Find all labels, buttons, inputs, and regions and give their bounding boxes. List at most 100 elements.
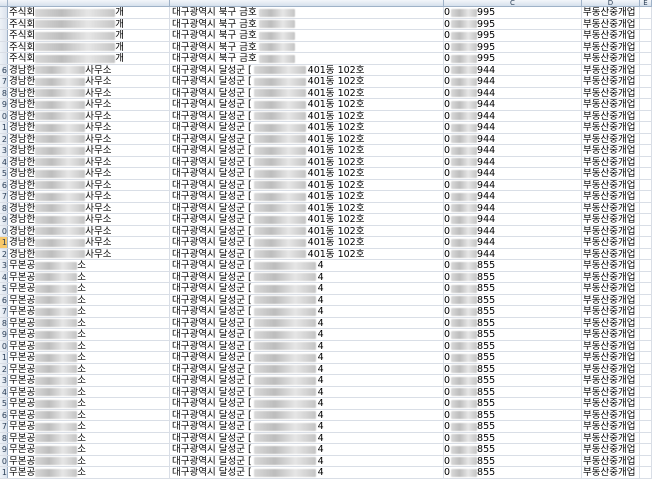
table-row[interactable]: 7 무본공 소 대구광역시 달성군 [4 0 855 부동산중개업 xyxy=(0,306,652,318)
cell-business-type[interactable]: 부동산중개업 xyxy=(582,30,640,41)
cell-business-name[interactable]: 무본공 소 xyxy=(8,294,170,305)
cell-empty[interactable] xyxy=(640,271,652,282)
table-row[interactable]: 6 경남한 사무소 대구광역시 달성군 [401동 102호 0 944 부동산중개업 xyxy=(0,179,652,191)
cell-business-type[interactable]: 부동산중개업 xyxy=(582,467,640,478)
cell-business-type[interactable]: 부동산중개업 xyxy=(582,202,640,213)
cell-business-type[interactable]: 부동산중개업 xyxy=(582,363,640,374)
cell-address[interactable]: 대구광역시 북구 금호 xyxy=(170,7,444,18)
cell-empty[interactable] xyxy=(640,352,652,363)
cell-business-type[interactable]: 부동산중개업 xyxy=(582,156,640,167)
column-header-e[interactable]: E xyxy=(640,0,652,6)
cell-address[interactable]: 대구광역시 달성군 [401동 102호 xyxy=(170,191,444,202)
cell-phone[interactable]: 0 995 xyxy=(444,41,582,52)
cell-address[interactable]: 대구광역시 달성군 [401동 102호 xyxy=(170,133,444,144)
cell-business-name[interactable]: 무본공 소 xyxy=(8,455,170,466)
cell-phone[interactable]: 0 855 xyxy=(444,467,582,478)
cell-business-type[interactable]: 부동산중개업 xyxy=(582,340,640,351)
cell-business-type[interactable]: 부동산중개업 xyxy=(582,133,640,144)
table-row[interactable]: 주식회 개 대구광역시 북구 금호 0 995 부동산중개업 xyxy=(0,18,652,30)
table-row[interactable]: 9 경남한 사무소 대구광역시 달성군 [401동 102호 0 944 부동산중개업 xyxy=(0,99,652,111)
cell-address[interactable]: 대구광역시 북구 금호 xyxy=(170,18,444,29)
cell-business-type[interactable]: 부동산중개업 xyxy=(582,455,640,466)
cell-address[interactable]: 대구광역시 북구 금호 xyxy=(170,41,444,52)
table-row[interactable]: 주식회 개 대구광역시 북구 금호 0 995 부동산중개업 xyxy=(0,41,652,53)
cell-phone[interactable]: 0 944 xyxy=(444,122,582,133)
cell-phone[interactable]: 0 855 xyxy=(444,352,582,363)
cell-phone[interactable]: 0 855 xyxy=(444,455,582,466)
cell-phone[interactable]: 0 855 xyxy=(444,340,582,351)
cell-business-type[interactable]: 부동산중개업 xyxy=(582,179,640,190)
cell-empty[interactable] xyxy=(640,76,652,87)
cell-business-name[interactable]: 주식회 개 xyxy=(8,53,170,64)
cell-address[interactable]: 대구광역시 달성군 [401동 102호 xyxy=(170,99,444,110)
cell-phone[interactable]: 0 944 xyxy=(444,225,582,236)
table-row[interactable]: 9 무본공 소 대구광역시 달성군 [4 0 855 부동산중개업 xyxy=(0,329,652,341)
row-header[interactable]: 5 xyxy=(0,168,8,179)
row-header[interactable]: 8 xyxy=(0,87,8,98)
table-row[interactable]: 5 경남한 사무소 대구광역시 달성군 [401동 102호 0 944 부동산중개업 xyxy=(0,168,652,180)
cell-phone[interactable]: 0 995 xyxy=(444,18,582,29)
cell-phone[interactable]: 0 944 xyxy=(444,110,582,121)
cell-empty[interactable] xyxy=(640,248,652,259)
cell-business-type[interactable]: 부동산중개업 xyxy=(582,191,640,202)
cell-empty[interactable] xyxy=(640,294,652,305)
cell-empty[interactable] xyxy=(640,409,652,420)
cell-phone[interactable]: 0 855 xyxy=(444,283,582,294)
cell-business-name[interactable]: 주식회 개 xyxy=(8,7,170,18)
cell-address[interactable]: 대구광역시 달성군 [401동 102호 xyxy=(170,248,444,259)
cell-address[interactable]: 대구광역시 달성군 [4 xyxy=(170,421,444,432)
cell-address[interactable]: 대구광역시 달성군 [4 xyxy=(170,260,444,271)
cell-address[interactable]: 대구광역시 달성군 [401동 102호 xyxy=(170,87,444,98)
table-row[interactable]: 주식회 개 대구광역시 북구 금호 0 995 부동산중개업 xyxy=(0,30,652,42)
cell-empty[interactable] xyxy=(640,283,652,294)
column-header-d[interactable]: D xyxy=(582,0,640,6)
cell-address[interactable]: 대구광역시 달성군 [4 xyxy=(170,352,444,363)
row-header[interactable]: 3 xyxy=(0,145,8,156)
cell-empty[interactable] xyxy=(640,467,652,478)
cell-empty[interactable] xyxy=(640,421,652,432)
table-row[interactable]: 8 경남한 사무소 대구광역시 달성군 [401동 102호 0 944 부동산중개업 xyxy=(0,202,652,214)
cell-business-name[interactable]: 경남한 사무소 xyxy=(8,179,170,190)
cell-empty[interactable] xyxy=(640,375,652,386)
cell-phone[interactable]: 0 995 xyxy=(444,53,582,64)
cell-business-name[interactable]: 경남한 사무소 xyxy=(8,225,170,236)
cell-business-name[interactable]: 무본공 소 xyxy=(8,306,170,317)
cell-business-name[interactable]: 경남한 사무소 xyxy=(8,110,170,121)
cell-phone[interactable]: 0 855 xyxy=(444,444,582,455)
select-all-corner[interactable] xyxy=(0,0,8,6)
cell-phone[interactable]: 0 944 xyxy=(444,64,582,75)
cell-address[interactable]: 대구광역시 달성군 [4 xyxy=(170,409,444,420)
table-row[interactable]: 5 무본공 소 대구광역시 달성군 [4 0 855 부동산중개업 xyxy=(0,398,652,410)
cell-address[interactable]: 대구광역시 달성군 [4 xyxy=(170,340,444,351)
cell-empty[interactable] xyxy=(640,99,652,110)
cell-business-type[interactable]: 부동산중개업 xyxy=(582,375,640,386)
row-header[interactable]: 8 xyxy=(0,317,8,328)
table-row[interactable]: 4 무본공 소 대구광역시 달성군 [4 0 855 부동산중개업 xyxy=(0,386,652,398)
cell-phone[interactable]: 0 944 xyxy=(444,133,582,144)
table-row[interactable]: 8 무본공 소 대구광역시 달성군 [4 0 855 부동산중개업 xyxy=(0,432,652,444)
table-row[interactable]: 주식회 개 대구광역시 북구 금호 0 995 부동산중개업 xyxy=(0,7,652,19)
cell-empty[interactable] xyxy=(640,7,652,18)
row-header[interactable]: 5 xyxy=(0,283,8,294)
cell-business-name[interactable]: 주식회 개 xyxy=(8,41,170,52)
cell-phone[interactable]: 0 944 xyxy=(444,248,582,259)
cell-business-type[interactable]: 부동산중개업 xyxy=(582,386,640,397)
cell-empty[interactable] xyxy=(640,18,652,29)
cell-phone[interactable]: 0 855 xyxy=(444,432,582,443)
row-header[interactable]: 1 xyxy=(0,122,8,133)
row-header[interactable] xyxy=(0,41,8,52)
cell-empty[interactable] xyxy=(640,329,652,340)
cell-phone[interactable]: 0 855 xyxy=(444,260,582,271)
table-row[interactable]: 0 경남한 사무소 대구광역시 달성군 [401동 102호 0 944 부동산중개업 xyxy=(0,225,652,237)
cell-address[interactable]: 대구광역시 달성군 [4 xyxy=(170,375,444,386)
cell-business-name[interactable]: 무본공 소 xyxy=(8,375,170,386)
cell-phone[interactable]: 0 944 xyxy=(444,191,582,202)
cell-business-name[interactable]: 경남한 사무소 xyxy=(8,248,170,259)
cell-business-type[interactable]: 부동산중개업 xyxy=(582,260,640,271)
cell-phone[interactable]: 0 944 xyxy=(444,145,582,156)
table-row[interactable]: 0 무본공 소 대구광역시 달성군 [4 0 855 부동산중개업 xyxy=(0,455,652,467)
row-header[interactable]: 8 xyxy=(0,432,8,443)
cell-business-type[interactable]: 부동산중개업 xyxy=(582,271,640,282)
table-row[interactable]: 7 무본공 소 대구광역시 달성군 [4 0 855 부동산중개업 xyxy=(0,421,652,433)
row-header[interactable]: 6 xyxy=(0,409,8,420)
